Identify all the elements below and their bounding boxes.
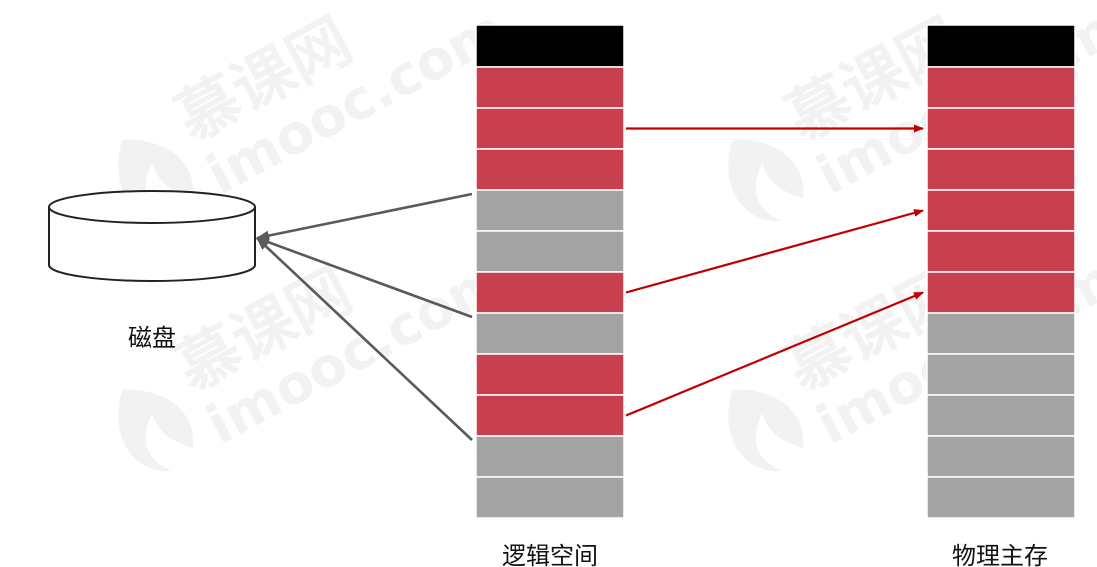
- swap-arrow-0: [256, 192, 473, 241]
- physical-frame-block-4: [926, 189, 1076, 232]
- physical-frame-block-7: [926, 312, 1076, 355]
- logical-page-block-2: [475, 107, 625, 150]
- logical-space-label: 逻辑空间: [502, 542, 598, 567]
- logical-page-block-11: [475, 476, 625, 519]
- logical-page-block-5: [475, 230, 625, 273]
- logical-page-block-6: [475, 271, 625, 314]
- physical-frame-block-5: [926, 230, 1076, 273]
- physical-frame-block-9: [926, 394, 1076, 437]
- physical-frame-block-8: [926, 353, 1076, 396]
- disk-label: 磁盘: [128, 324, 176, 352]
- physical-frame-block-10: [926, 435, 1076, 478]
- physical-memory-column: [926, 24, 1076, 519]
- logical-page-block-3: [475, 148, 625, 191]
- logical-page-block-9: [475, 394, 625, 437]
- logical-page-block-1: [475, 66, 625, 109]
- logical-page-block-10: [475, 435, 625, 478]
- physical-frame-block-6: [926, 271, 1076, 314]
- physical-frame-block-3: [926, 148, 1076, 191]
- logical-space-column: [475, 24, 625, 519]
- physical-memory-label: 物理主存: [952, 542, 1048, 567]
- disk-icon: [48, 190, 256, 282]
- logical-page-block-0: [475, 24, 625, 68]
- physical-frame-block-0: [926, 24, 1076, 68]
- physical-frame-block-2: [926, 107, 1076, 150]
- physical-frame-block-1: [926, 66, 1076, 109]
- diagram-svg: 慕课网imooc.com慕课网imooc.com慕课网imooc.com慕课网i…: [48, 0, 1097, 519]
- physical-frame-block-11: [926, 476, 1076, 519]
- mapping-arrow-1: [625, 209, 924, 294]
- diagram-canvas: 慕课网imooc.com慕课网imooc.com慕课网imooc.com慕课网i…: [0, 0, 1097, 567]
- logical-page-block-7: [475, 312, 625, 355]
- logical-page-block-4: [475, 189, 625, 232]
- logical-page-block-8: [475, 353, 625, 396]
